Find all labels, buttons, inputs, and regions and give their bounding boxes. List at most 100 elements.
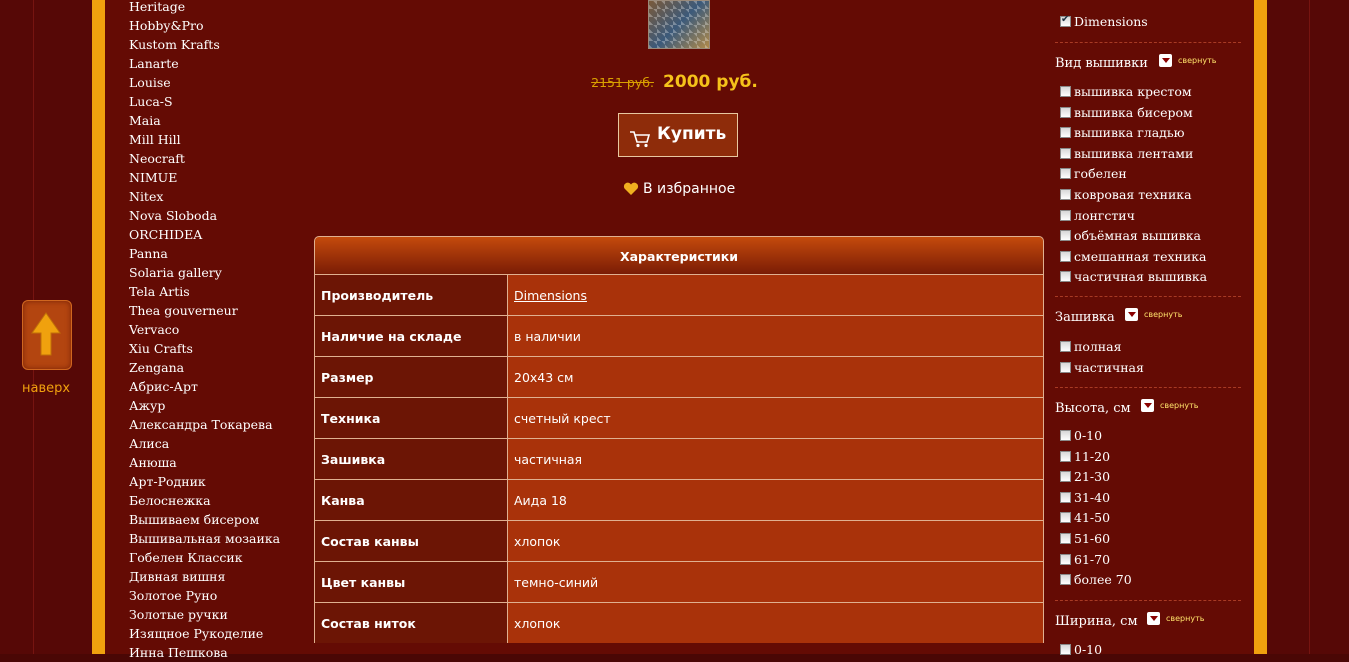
spec-value: частичная <box>508 439 1044 479</box>
brand-link[interactable]: Дивная вишня <box>129 567 280 586</box>
brand-link[interactable]: Александра Токарева <box>129 415 280 434</box>
manufacturer-link[interactable]: Dimensions <box>514 288 587 303</box>
brand-link[interactable]: Hobby&Pro <box>129 16 280 35</box>
brand-link[interactable]: Гобелен Классик <box>129 548 280 567</box>
checkbox-icon[interactable] <box>1060 86 1071 97</box>
brand-link[interactable]: NIMUE <box>129 168 280 187</box>
filter-option[interactable]: 11-20 <box>1060 449 1110 464</box>
checkbox-icon[interactable] <box>1060 14 1071 27</box>
brand-link[interactable]: Mill Hill <box>129 130 280 149</box>
option-label: частичная <box>1074 359 1144 375</box>
checkbox-icon[interactable] <box>1060 533 1071 544</box>
filter-option[interactable]: 0-10 <box>1060 642 1102 657</box>
checkbox-icon[interactable] <box>1060 230 1071 242</box>
back-to-top-button[interactable] <box>22 300 72 370</box>
spec-value: в наличии <box>508 316 1044 356</box>
brand-link[interactable]: Maia <box>129 111 280 130</box>
checkbox-icon[interactable] <box>1060 127 1071 139</box>
checkbox-icon[interactable] <box>1060 250 1071 262</box>
checkbox-icon[interactable] <box>1060 471 1071 483</box>
buy-button[interactable]: Купить <box>618 113 738 157</box>
checkbox-icon[interactable] <box>1060 574 1071 586</box>
collapse-embroidery-type[interactable]: свернуть <box>1159 54 1216 67</box>
filter-option[interactable]: 21-30 <box>1060 469 1110 484</box>
brand-link[interactable]: Neocraft <box>129 149 280 168</box>
brand-link[interactable]: Вышивальная мозаика <box>129 529 280 548</box>
brand-link[interactable]: Kustom Krafts <box>129 35 280 54</box>
brand-link[interactable]: Алиса <box>129 434 280 453</box>
brand-list: Heritage Hobby&Pro Kustom Krafts Lanarte Lou… <box>129 0 280 662</box>
brand-link[interactable]: Белоснежка <box>129 491 280 510</box>
brand-link[interactable]: Золотое Руно <box>129 586 280 605</box>
filter-option[interactable]: 51-60 <box>1060 531 1110 546</box>
brand-link[interactable]: Vervaco <box>129 320 280 339</box>
brand-link[interactable]: Вышиваем бисером <box>129 510 280 529</box>
brand-link[interactable]: Анюша <box>129 453 280 472</box>
filter-option[interactable]: вышивка крестом <box>1060 84 1192 99</box>
checkbox-icon[interactable] <box>1060 512 1071 524</box>
option-label: вышивка лентами <box>1074 145 1194 161</box>
favorites-label: В избранное <box>643 181 736 197</box>
checkbox-icon[interactable] <box>1060 189 1071 200</box>
chevron-down-icon <box>1147 612 1160 625</box>
checkbox-icon[interactable] <box>1060 430 1071 441</box>
collapse-fill[interactable]: свернуть <box>1125 308 1182 321</box>
filter-option[interactable]: частичная <box>1060 360 1144 375</box>
filter-option[interactable]: более 70 <box>1060 572 1132 587</box>
brand-link[interactable]: Абрис-Арт <box>129 377 280 396</box>
filter-option[interactable]: вышивка лентами <box>1060 146 1193 161</box>
checkbox-icon[interactable] <box>1060 271 1071 283</box>
filter-title-width: Ширина, см <box>1055 614 1138 629</box>
brand-link[interactable]: Nitex <box>129 187 280 206</box>
brand-link[interactable]: Thea gouverneur <box>129 301 280 320</box>
filter-option[interactable]: вышивка гладью <box>1060 125 1185 140</box>
brand-link[interactable]: Изящное Рукоделие <box>129 624 280 643</box>
checkbox-icon[interactable] <box>1060 644 1071 655</box>
brand-link[interactable]: Zengana <box>129 358 280 377</box>
checkbox-icon[interactable] <box>1060 341 1071 352</box>
filter-option[interactable]: объёмная вышивка <box>1060 228 1201 243</box>
filter-option[interactable]: 0-10 <box>1060 428 1102 443</box>
brand-link[interactable]: Nova Sloboda <box>129 206 280 225</box>
filter-option[interactable]: 31-40 <box>1060 490 1110 505</box>
filter-option[interactable]: ковровая техника <box>1060 187 1192 202</box>
brand-link[interactable]: Xiu Crafts <box>129 339 280 358</box>
filter-option[interactable]: смешанная техника <box>1060 249 1206 264</box>
brand-link[interactable]: Инна Пешкова <box>129 643 280 662</box>
brand-link[interactable]: Tela Artis <box>129 282 280 301</box>
checkbox-icon[interactable] <box>1060 491 1071 503</box>
brand-link[interactable]: Ажур <box>129 396 280 415</box>
product-thumbnail[interactable] <box>648 0 710 49</box>
back-to-top-label[interactable]: наверх <box>22 381 70 396</box>
filter-option[interactable]: частичная вышивка <box>1060 269 1207 284</box>
filter-option[interactable]: полная <box>1060 339 1121 354</box>
collapse-height[interactable]: свернуть <box>1141 399 1198 412</box>
checkbox-icon[interactable] <box>1060 553 1071 565</box>
filter-manufacturer-dimensions[interactable]: Dimensions <box>1060 14 1148 29</box>
brand-link[interactable]: Panna <box>129 244 280 263</box>
checkbox-icon[interactable] <box>1060 106 1071 118</box>
checkbox-icon[interactable] <box>1060 147 1071 159</box>
brand-link[interactable]: Арт-Родник <box>129 472 280 491</box>
checkbox-icon[interactable] <box>1060 209 1071 221</box>
filter-option[interactable]: 61-70 <box>1060 552 1110 567</box>
collapse-width[interactable]: свернуть <box>1147 612 1204 625</box>
checkbox-icon[interactable] <box>1060 361 1071 373</box>
brand-link[interactable]: ORCHIDEA <box>129 225 280 244</box>
checkbox-icon[interactable] <box>1060 168 1071 180</box>
filter-option[interactable]: лонгстич <box>1060 208 1135 223</box>
filter-option[interactable]: 41-50 <box>1060 510 1110 525</box>
spec-value: хлопок <box>508 603 1044 643</box>
add-to-favorites[interactable]: В избранное <box>623 181 735 197</box>
filter-option[interactable]: вышивка бисером <box>1060 105 1193 120</box>
brand-link[interactable]: Solaria gallery <box>129 263 280 282</box>
brand-link[interactable]: Золотые ручки <box>129 605 280 624</box>
brand-link[interactable]: Heritage <box>129 0 280 16</box>
option-label: вышивка бисером <box>1074 104 1193 120</box>
brand-link[interactable]: Luca-S <box>129 92 280 111</box>
spec-key: Состав ниток <box>314 603 508 643</box>
filter-option[interactable]: гобелен <box>1060 166 1127 181</box>
checkbox-icon[interactable] <box>1060 450 1071 462</box>
table-row: Наличие на складе в наличии <box>314 315 1044 356</box>
brand-link[interactable]: Lanarte <box>129 54 280 73</box>
